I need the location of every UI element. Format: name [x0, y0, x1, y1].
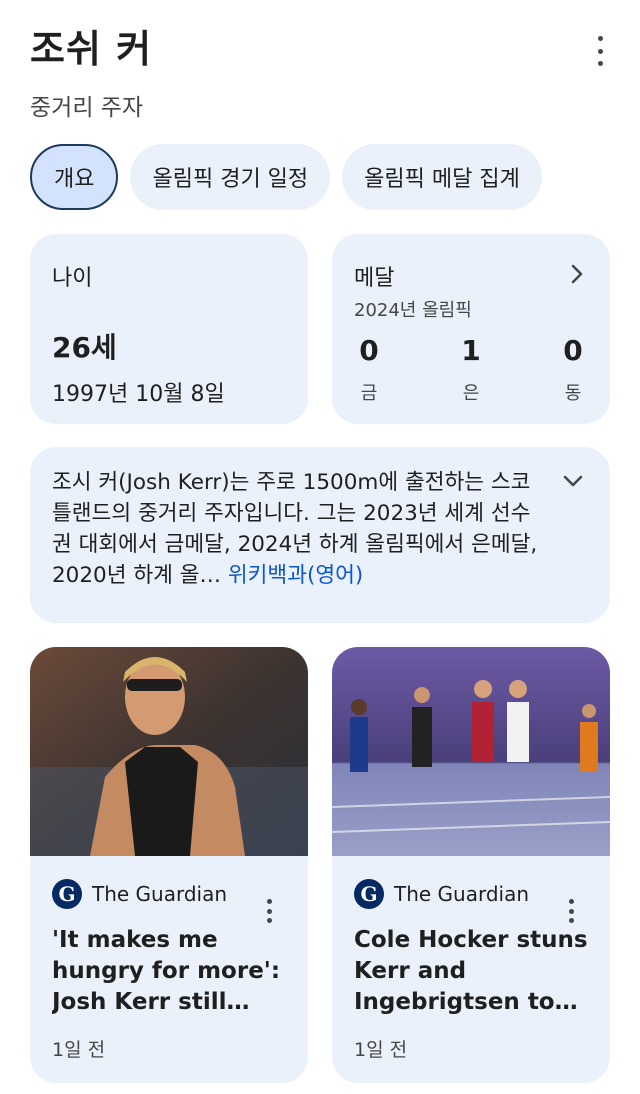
page-subtitle: 중거리 주자 — [30, 95, 144, 121]
news-headline: Cole Hocker stuns Kerr and Ingebrigtsen … — [354, 927, 588, 1015]
tab-olympic-medals[interactable]: 올림픽 메달 집계 — [342, 144, 542, 210]
description-text: 조시 커(Josh Kerr)는 주로 1500m에 출전하는 스코틀랜드의 중… — [52, 467, 540, 591]
wikipedia-link[interactable]: 위키백과(영어) — [228, 563, 363, 588]
more-options-icon[interactable] — [588, 36, 612, 66]
tab-olympic-schedule[interactable]: 올림픽 경기 일정 — [130, 144, 331, 210]
medal-count: 0 — [359, 334, 379, 367]
tab-bar: 개요 올림픽 경기 일정 올림픽 메달 집계 — [30, 144, 542, 210]
guardian-logo-icon: G — [354, 879, 384, 909]
source-name: The Guardian — [92, 882, 228, 906]
medal-type: 은 — [462, 383, 480, 404]
tab-overview[interactable]: 개요 — [30, 144, 119, 210]
medal-type: 동 — [564, 383, 582, 404]
chevron-down-icon[interactable] — [562, 465, 584, 495]
page-title: 조쉬 커 — [30, 27, 153, 71]
news-card[interactable]: G The Guardian Cole Hocker stuns Kerr an… — [332, 647, 610, 1083]
birthdate: 1997년 10월 8일 — [52, 382, 225, 407]
description-card[interactable]: 조시 커(Josh Kerr)는 주로 1500m에 출전하는 스코틀랜드의 중… — [30, 447, 610, 623]
guardian-logo-icon: G — [52, 879, 82, 909]
medal-gold: 0 금 — [354, 334, 384, 405]
more-vert-icon[interactable] — [566, 899, 576, 923]
medal-type: 금 — [360, 383, 378, 404]
news-card[interactable]: G The Guardian 'It makes me hungry for m… — [30, 647, 308, 1083]
news-source: G The Guardian — [52, 879, 227, 909]
news-image-race-finish — [332, 647, 610, 856]
news-source: G The Guardian — [354, 879, 529, 909]
medal-count: 0 — [563, 334, 583, 367]
news-headline: 'It makes me hungry for more': Josh Kerr… — [52, 927, 281, 1015]
medal-silver: 1 은 — [456, 334, 486, 405]
more-vert-icon[interactable] — [264, 899, 274, 923]
chevron-right-icon — [570, 262, 584, 292]
age-label: 나이 — [52, 266, 93, 291]
medal-label: 메달 — [354, 266, 395, 291]
news-time: 1일 전 — [354, 1039, 408, 1061]
medal-card[interactable]: 메달 2024년 올림픽 0 금 1 은 0 동 — [332, 234, 610, 424]
age-card: 나이 26세 1997년 10월 8일 — [30, 234, 308, 424]
description-ellipsis: … — [199, 563, 228, 588]
medal-count: 1 — [461, 334, 481, 367]
medal-bronze: 0 동 — [558, 334, 588, 405]
age-value: 26세 — [52, 331, 117, 364]
medal-event: 2024년 올림픽 — [354, 300, 472, 321]
news-image-runner-portrait — [30, 647, 308, 856]
source-name: The Guardian — [394, 882, 530, 906]
news-time: 1일 전 — [52, 1039, 106, 1061]
medal-counts: 0 금 1 은 0 동 — [354, 334, 588, 405]
